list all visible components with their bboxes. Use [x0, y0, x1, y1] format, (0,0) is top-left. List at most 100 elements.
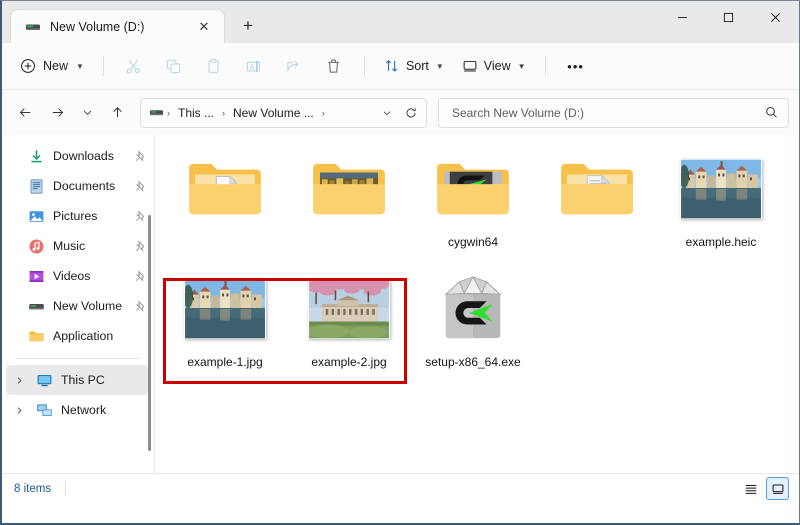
view-button-label: View	[483, 59, 511, 73]
close-window-button[interactable]	[751, 1, 799, 34]
recent-locations-button[interactable]	[74, 98, 100, 128]
sidebar-item-label: Downloads	[53, 149, 114, 163]
chevron-right-icon[interactable]	[10, 376, 28, 385]
sidebar-item-label: Music	[53, 239, 86, 253]
sidebar-item-pictures[interactable]: Pictures	[6, 201, 148, 231]
sidebar-item-label: Videos	[53, 269, 91, 283]
list-view-button[interactable]	[739, 477, 762, 500]
file-grid-row-2: example-1.jpg example-2.jpg setup-x86_64…	[163, 263, 799, 369]
search-box[interactable]	[438, 97, 789, 128]
pin-icon[interactable]	[134, 179, 148, 193]
sidebar-item-label: Pictures	[53, 209, 98, 223]
folder-item[interactable]	[163, 143, 287, 249]
forward-button[interactable]	[42, 98, 72, 128]
chevron-down-icon: ▼	[517, 61, 526, 71]
large-icons-view-button[interactable]	[766, 477, 789, 500]
sidebar-item-label: This PC	[61, 373, 105, 387]
sidebar-item-videos[interactable]: Videos	[6, 261, 148, 291]
pictures-icon	[28, 208, 45, 225]
image-thumbnail-palace	[287, 269, 411, 349]
scissors-icon	[125, 58, 142, 75]
navigation-pane: Downloads Documents Pictures Music Video…	[2, 135, 154, 473]
file-label: example-1.jpg	[187, 355, 263, 369]
copy-button[interactable]	[154, 50, 194, 82]
sidebar-item-this-pc[interactable]: This PC	[6, 365, 148, 395]
music-icon	[28, 238, 45, 255]
share-icon	[285, 58, 302, 75]
paste-button[interactable]	[194, 50, 234, 82]
toolbar-divider	[102, 56, 104, 76]
pin-icon[interactable]	[134, 149, 148, 163]
image-thumbnail-town	[659, 149, 783, 229]
cut-button[interactable]	[114, 50, 154, 82]
file-item[interactable]: example-1.jpg	[163, 263, 287, 369]
maximize-button[interactable]	[705, 1, 751, 34]
pin-icon[interactable]	[134, 209, 148, 223]
sidebar-item-music[interactable]: Music	[6, 231, 148, 261]
breadcrumb-item-this-pc[interactable]: This ...	[173, 103, 219, 123]
folder-item[interactable]: cygwin64	[411, 143, 535, 249]
tab-new-volume-d[interactable]: New Volume (D:) ✕	[10, 9, 225, 43]
clipboard-icon	[205, 58, 222, 75]
close-tab-icon[interactable]: ✕	[192, 15, 216, 39]
toolbar-divider-2	[363, 56, 365, 76]
address-dropdown-button[interactable]	[376, 101, 398, 125]
sort-button[interactable]: Sort ▼	[375, 50, 453, 82]
folder-item[interactable]	[287, 143, 411, 249]
pin-icon[interactable]	[134, 239, 148, 253]
sidebar-item-application[interactable]: Application	[6, 321, 148, 351]
title-bar: New Volume (D:) ✕ +	[2, 1, 799, 43]
tab-strip: New Volume (D:) ✕ +	[2, 1, 265, 43]
downloads-icon	[28, 148, 45, 165]
drive-icon	[25, 19, 41, 35]
back-button[interactable]	[10, 98, 40, 128]
plus-circle-icon	[20, 58, 36, 74]
documents-icon	[28, 178, 45, 195]
refresh-button[interactable]	[400, 101, 422, 125]
status-divider	[65, 481, 67, 496]
address-bar[interactable]: › This ... › New Volume ... ›	[140, 97, 427, 128]
folder-item[interactable]	[535, 143, 659, 249]
sidebar-divider	[16, 358, 140, 359]
view-mode-buttons	[739, 477, 789, 500]
chevron-right-icon[interactable]	[10, 406, 28, 415]
file-list-view[interactable]: cygwin64 example.heic example-1.jpg exam…	[155, 135, 799, 473]
sidebar-scrollbar[interactable]	[148, 215, 151, 451]
folder-with-document-thumb-icon	[163, 149, 287, 229]
new-tab-button[interactable]: +	[231, 10, 265, 42]
sort-arrows-icon	[384, 58, 400, 74]
drive-icon	[149, 105, 164, 120]
view-button[interactable]: View ▼	[453, 50, 535, 82]
rename-button[interactable]: A	[234, 50, 274, 82]
folder-with-cygwin-thumb-icon	[411, 149, 535, 229]
share-button[interactable]	[274, 50, 314, 82]
search-input[interactable]	[450, 104, 764, 121]
file-item[interactable]: setup-x86_64.exe	[411, 263, 535, 369]
sidebar-item-label: Application	[53, 329, 114, 343]
delete-button[interactable]	[314, 50, 354, 82]
status-bar: 8 items	[2, 473, 799, 503]
more-options-button[interactable]: •••	[556, 50, 596, 82]
body-split: Downloads Documents Pictures Music Video…	[2, 135, 799, 473]
command-bar: New ▼ A Sort ▼ View ▼ •••	[2, 43, 799, 90]
up-button[interactable]	[102, 98, 132, 128]
rename-icon: A	[245, 58, 262, 75]
sidebar-item-network[interactable]: Network	[6, 395, 148, 425]
search-icon	[764, 105, 779, 120]
sidebar-item-new-volume[interactable]: New Volume	[6, 291, 148, 321]
folder-with-text-thumb-icon	[535, 149, 659, 229]
breadcrumb-item-new-volume[interactable]: New Volume ...	[228, 103, 319, 123]
breadcrumb-separator: ›	[222, 107, 226, 118]
file-item[interactable]: example-2.jpg	[287, 263, 411, 369]
file-label: setup-x86_64.exe	[425, 355, 521, 369]
sidebar-item-documents[interactable]: Documents	[6, 171, 148, 201]
breadcrumb-separator: ›	[167, 107, 170, 118]
sidebar-item-label: Network	[61, 403, 107, 417]
chevron-down-icon: ▼	[435, 61, 444, 71]
pin-icon[interactable]	[134, 269, 148, 283]
sidebar-item-downloads[interactable]: Downloads	[6, 141, 148, 171]
pin-icon[interactable]	[134, 299, 148, 313]
new-button[interactable]: New ▼	[12, 52, 93, 80]
minimize-button[interactable]	[659, 1, 705, 34]
file-item[interactable]: example.heic	[659, 143, 783, 249]
